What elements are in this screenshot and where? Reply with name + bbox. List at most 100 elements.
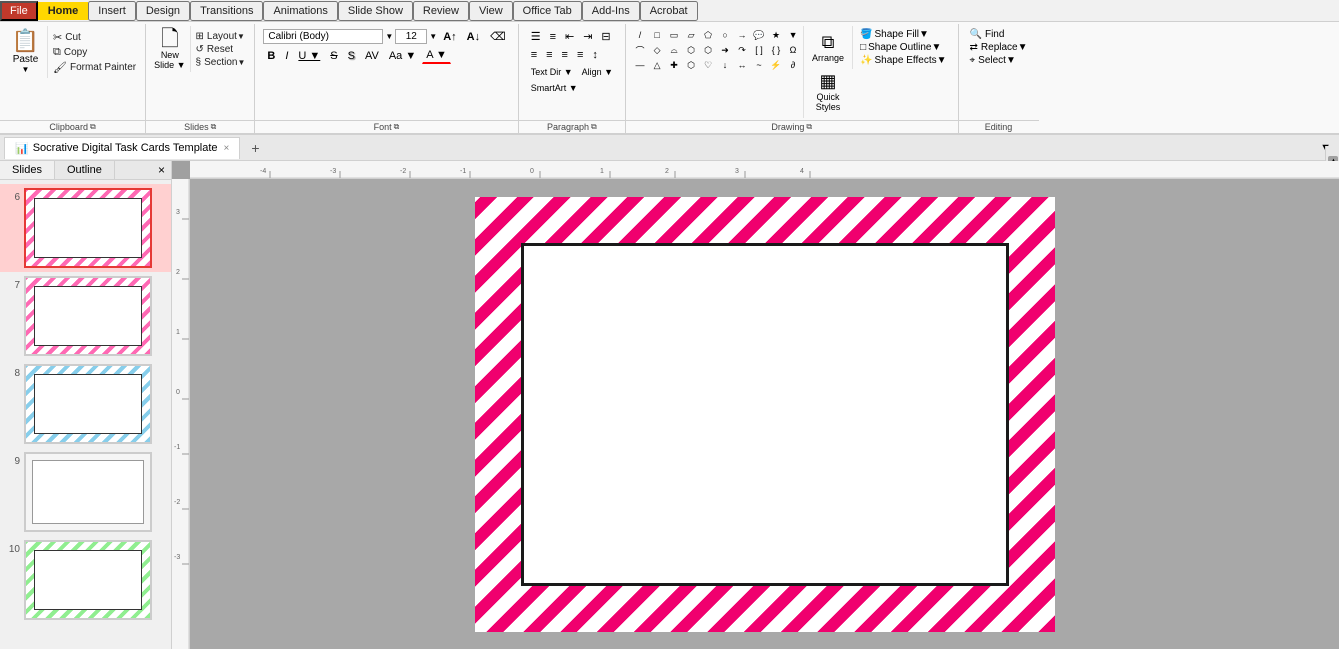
slide-thumb-7[interactable]	[24, 276, 152, 356]
underline-button[interactable]: U ▼	[294, 48, 324, 64]
justify-button[interactable]: ≡	[573, 47, 587, 63]
decrease-indent-button[interactable]: ⇤	[561, 28, 578, 45]
omega-shape[interactable]: Ω	[785, 43, 801, 57]
font-size-dropdown[interactable]: ▼	[429, 32, 437, 41]
wave-shape[interactable]: ~	[751, 58, 767, 72]
hexagon-shape[interactable]: ⬡	[683, 43, 699, 57]
shape-outline-button[interactable]: □ Shape Outline ▼	[857, 41, 949, 54]
arrange-button[interactable]: ⧉ Arrange	[808, 28, 848, 67]
brace-shape[interactable]: { }	[768, 43, 784, 57]
align-center-button[interactable]: ≡	[542, 47, 556, 63]
trapezoid-shape[interactable]: ⌓	[666, 43, 682, 57]
slide-thumb-10[interactable]	[24, 540, 152, 620]
menu-officetab[interactable]: Office Tab	[513, 1, 582, 21]
menu-home[interactable]: Home	[38, 2, 89, 20]
rounded-rect-shape[interactable]: ▭	[666, 28, 682, 42]
drawing-footer[interactable]: Drawing ⧉	[626, 120, 957, 133]
callout-shape[interactable]: 💬	[751, 28, 767, 42]
oval-shape[interactable]: ○	[717, 28, 733, 42]
octagon-shape[interactable]: ⬡	[683, 58, 699, 72]
cut-button[interactable]: ✂ Cut	[50, 30, 139, 45]
align-text-button[interactable]: Align ▼	[578, 65, 617, 79]
bullets-button[interactable]: ☰	[527, 28, 545, 45]
align-right-button[interactable]: ≡	[558, 47, 572, 63]
slide-thumb-row-7[interactable]: 7	[0, 272, 171, 360]
new-slide-button[interactable]: 🗋 New Slide ▼	[150, 26, 190, 72]
rect-shape[interactable]: □	[649, 28, 665, 42]
quick-styles-button[interactable]: ▦ Quick Styles	[812, 67, 845, 116]
paragraph-footer[interactable]: Paragraph ⧉	[519, 120, 625, 133]
columns-button[interactable]: ⊟	[597, 28, 614, 45]
increase-indent-button[interactable]: ⇥	[579, 28, 596, 45]
document-tab[interactable]: 📊 Socrative Digital Task Cards Template …	[4, 137, 240, 159]
bold-button[interactable]: B	[263, 48, 279, 64]
left-right-arrow[interactable]: ↔	[734, 58, 750, 72]
slide-thumb-row-10[interactable]: 10	[0, 536, 171, 624]
cube-shape[interactable]: ⬡	[700, 43, 716, 57]
layout-button[interactable]: ⊞ Layout ▼	[193, 30, 249, 43]
menu-view[interactable]: View	[469, 1, 513, 21]
numbering-button[interactable]: ≡	[546, 29, 560, 45]
shape-effects-button[interactable]: ✨ Shape Effects ▼	[857, 54, 949, 67]
font-size-input[interactable]	[395, 29, 427, 44]
lightning-shape[interactable]: ⚡	[768, 58, 784, 72]
slides-expand-icon[interactable]: ⧉	[211, 122, 217, 132]
drawing-expand-icon[interactable]: ⧉	[806, 122, 812, 132]
paste-dropdown-icon[interactable]: ▼	[22, 65, 30, 74]
new-tab-button[interactable]: +	[242, 137, 268, 159]
right-arrow-shape[interactable]: →	[734, 28, 750, 42]
parallelogram-shape[interactable]: ▱	[683, 28, 699, 42]
clipboard-expand-icon[interactable]: ⧉	[90, 122, 96, 132]
convert-smartart-button[interactable]: SmartArt ▼	[527, 81, 582, 95]
bracket-shape[interactable]: [ ]	[751, 43, 767, 57]
italic-button[interactable]: I	[281, 48, 292, 64]
clear-format-button[interactable]: ⌫	[486, 28, 510, 45]
more-shapes[interactable]: ▼	[785, 28, 801, 42]
shadow-button[interactable]: S	[344, 48, 359, 64]
pentagon-shape[interactable]: ⬠	[700, 28, 716, 42]
paragraph-expand-icon[interactable]: ⧉	[591, 122, 597, 132]
line-shape[interactable]: /	[632, 28, 648, 42]
down-arrow-shape[interactable]: ↓	[717, 58, 733, 72]
menu-acrobat[interactable]: Acrobat	[640, 1, 698, 21]
document-tab-close[interactable]: ×	[224, 143, 230, 154]
cross-shape[interactable]: ✚	[666, 58, 682, 72]
menu-animations[interactable]: Animations	[263, 1, 337, 21]
align-left-button[interactable]: ≡	[527, 47, 541, 63]
arc-shape[interactable]: ⌒	[632, 43, 648, 57]
char-spacing-button[interactable]: AV	[361, 48, 383, 64]
increase-font-button[interactable]: A↑	[439, 29, 460, 45]
diamond-shape[interactable]: ◇	[649, 43, 665, 57]
slide-thumb-9[interactable]	[24, 452, 152, 532]
font-color-button[interactable]: A ▼	[422, 47, 451, 64]
slide-thumb-6[interactable]	[24, 188, 152, 268]
sidebar-close-button[interactable]: ×	[152, 161, 171, 179]
partial-shape[interactable]: ∂	[785, 58, 801, 72]
menu-addins[interactable]: Add-Ins	[582, 1, 640, 21]
slide-thumb-row-8[interactable]: 8	[0, 360, 171, 448]
slide-thumb-8[interactable]	[24, 364, 152, 444]
menu-design[interactable]: Design	[136, 1, 190, 21]
select-button[interactable]: ⌖ Select ▼	[967, 54, 1031, 67]
star-shape[interactable]: ★	[768, 28, 784, 42]
font-expand-icon[interactable]: ⧉	[394, 122, 400, 132]
shape-fill-button[interactable]: 🪣 Shape Fill ▼	[857, 28, 949, 41]
replace-button[interactable]: ⇄ Replace ▼	[967, 41, 1031, 54]
line-spacing-button[interactable]: ↕	[588, 47, 602, 63]
slides-footer[interactable]: Slides ⧉	[146, 120, 254, 133]
copy-button[interactable]: ⧉ Copy	[50, 45, 139, 60]
menu-file[interactable]: File	[0, 1, 38, 21]
sidebar-tab-slides[interactable]: Slides	[0, 161, 55, 179]
heart-shape[interactable]: ♡	[700, 58, 716, 72]
strikethrough-button[interactable]: S	[326, 48, 341, 64]
menu-review[interactable]: Review	[413, 1, 469, 21]
font-footer[interactable]: Font ⧉	[255, 120, 517, 133]
menu-transitions[interactable]: Transitions	[190, 1, 263, 21]
slide-thumb-row-9[interactable]: 9	[0, 448, 171, 536]
arrow-right2[interactable]: ➜	[717, 43, 733, 57]
paste-button[interactable]: 📋 Paste ▼	[4, 26, 48, 78]
connector-shape[interactable]: —	[632, 58, 648, 72]
menu-insert[interactable]: Insert	[88, 1, 136, 21]
sidebar-tab-outline[interactable]: Outline	[55, 161, 115, 179]
clipboard-footer[interactable]: Clipboard ⧉	[0, 120, 145, 133]
